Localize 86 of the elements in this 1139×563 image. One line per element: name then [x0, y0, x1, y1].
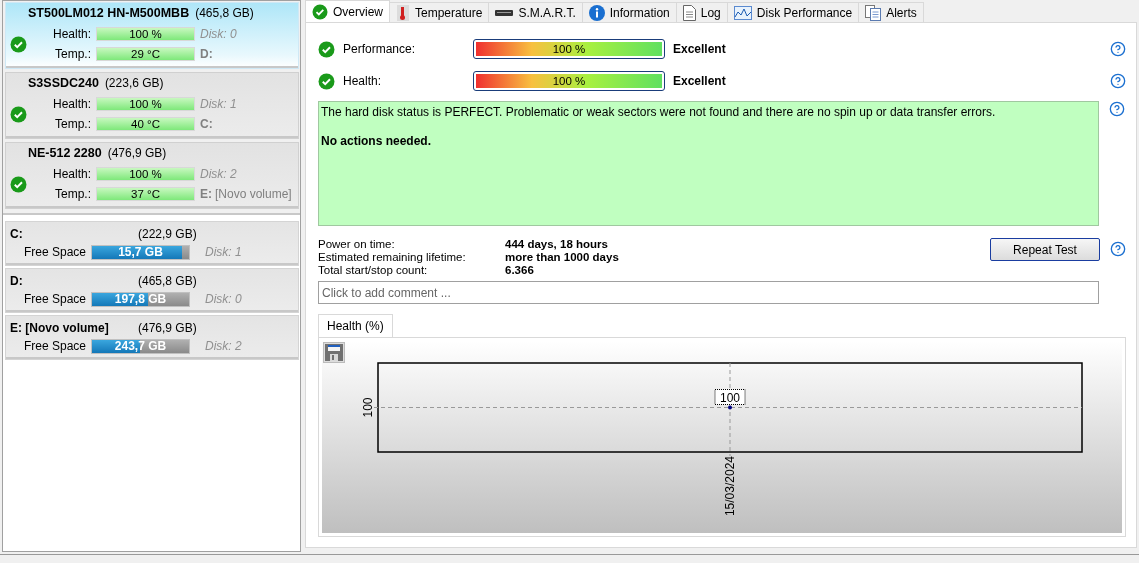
drive-letter: C:	[200, 117, 213, 131]
rating-label: Health:	[343, 74, 383, 88]
volume-card[interactable]: D: (465,8 GB) Free Space 197,8 GB Disk: 0	[5, 268, 299, 313]
disk-size: (465,8 GB)	[195, 6, 254, 20]
disk-number: Disk: 2	[205, 339, 242, 353]
volume-name: C:	[10, 227, 24, 241]
volume-name: D:	[10, 274, 24, 288]
action-message: No actions needed.	[321, 134, 433, 148]
y-axis-label: 100	[361, 397, 375, 418]
volume-size: (222,9 GB)	[138, 227, 197, 241]
volume-size: (465,8 GB)	[138, 274, 197, 288]
rating-verdict: Excellent	[673, 74, 727, 88]
volume-card[interactable]: C: (222,9 GB) Free Space 15,7 GB Disk: 1	[5, 221, 299, 266]
disk-card[interactable]: NE-512 2280 (476,9 GB) Health: 100 % Disk: 2 Temp.: 37 °C E: [Novo volume]	[5, 142, 299, 209]
check-icon	[312, 3, 328, 20]
disk-name: S3SSDC240	[28, 76, 99, 90]
health-value: 100 %	[128, 28, 163, 40]
disk-name: ST500LM012 HN-M500MBB	[28, 6, 190, 20]
temperature-label: Temp.:	[54, 117, 91, 131]
stat-label: Power on time:	[318, 238, 396, 250]
help-icon[interactable]	[1109, 101, 1125, 117]
disk-card[interactable]: ST500LM012 HN-M500MBB (465,8 GB) Health: 100 % Disk: 0 Temp.: 29 °C D:	[5, 2, 299, 69]
stat-label: Estimated remaining lifetime:	[318, 251, 467, 263]
health-value: 100 %	[128, 168, 163, 180]
check-icon	[318, 40, 335, 58]
temperature-value: 37 °C	[130, 188, 161, 200]
disk-size: (223,6 GB)	[104, 76, 164, 90]
volume-name: [Novo volume]	[215, 187, 292, 201]
status-message: The hard disk status is PERFECT. Problematic or weak sectors were not found and there are no spin up or data transfer errors.	[321, 105, 997, 119]
disk-number: Disk: 2	[200, 167, 237, 181]
temperature-label: Temp.:	[54, 187, 91, 201]
check-icon	[10, 175, 27, 193]
free-space-value: 15,7 GB	[117, 245, 164, 259]
health-value: 100 %	[128, 98, 163, 110]
check-icon	[10, 105, 27, 123]
temperature-value: 40 °C	[130, 118, 161, 130]
disk-number: Disk: 1	[200, 97, 237, 111]
tab[interactable]: Information	[581, 2, 677, 22]
rating-verdict: Excellent	[673, 42, 727, 56]
help-icon[interactable]	[1110, 73, 1126, 89]
free-space-label: Free Space	[22, 292, 86, 306]
stat-value: 444 days, 18 hours	[505, 238, 609, 250]
check-icon	[318, 72, 335, 90]
tab[interactable]: Log	[675, 2, 728, 22]
disk-name: NE-512 2280	[28, 146, 102, 160]
comment-field[interactable]: Click to add comment ...	[318, 281, 1099, 304]
stat-value: more than 1000 days	[505, 251, 620, 263]
chart-tab[interactable]: Health (%)	[318, 314, 393, 337]
rating-label: Performance:	[343, 42, 417, 56]
help-icon[interactable]	[1110, 241, 1126, 257]
tab[interactable]: Disk Performance	[726, 2, 860, 22]
save-button[interactable]	[323, 342, 345, 363]
health-label: Health:	[51, 27, 91, 41]
drive-letter: D:	[200, 47, 213, 61]
disk-number: Disk: 0	[205, 292, 242, 306]
free-space-label: Free Space	[22, 339, 86, 353]
help-icon[interactable]	[1110, 41, 1126, 57]
stat-value: 6.366	[505, 264, 535, 276]
disk-number: Disk: 0	[200, 27, 237, 41]
drive-letter: E:	[200, 187, 212, 201]
temperature-label: Temp.:	[54, 47, 91, 61]
free-space-label: Free Space	[22, 245, 86, 259]
free-space-value: 243,7 GB	[113, 339, 168, 353]
check-icon	[10, 35, 27, 53]
drive-icon	[495, 9, 514, 16]
health-label: Health:	[51, 97, 91, 111]
rating-value: 100 %	[551, 42, 587, 56]
rating-value: 100 %	[551, 74, 587, 88]
tab[interactable]: Temperature	[389, 2, 490, 22]
free-space-value: 197,8 GB	[113, 292, 168, 306]
volume-card[interactable]: E: [Novo volume] (476,9 GB) Free Space 243,7 GB Disk: 2	[5, 315, 299, 360]
volume-name: E: [Novo volume]	[10, 321, 110, 335]
disk-size: (476,9 GB)	[107, 146, 167, 160]
temperature-value: 29 °C	[130, 48, 161, 60]
x-axis-label: 15/03/2024	[723, 456, 737, 517]
data-label: 100	[714, 389, 746, 405]
health-label: Health:	[51, 167, 91, 181]
disk-card[interactable]: S3SSDC240 (223,6 GB) Health: 100 % Disk: 1 Temp.: 40 °C C:	[5, 72, 299, 139]
stat-label: Total start/stop count:	[318, 264, 429, 276]
data-point	[728, 405, 732, 410]
line-chart-icon	[733, 5, 752, 20]
repeat-test-button[interactable]: Repeat Test	[990, 238, 1100, 261]
disk-number: Disk: 1	[205, 245, 242, 259]
tab[interactable]: Alerts	[858, 2, 924, 22]
volume-size: (476,9 GB)	[138, 321, 197, 335]
tab[interactable]: Overview	[305, 0, 390, 22]
